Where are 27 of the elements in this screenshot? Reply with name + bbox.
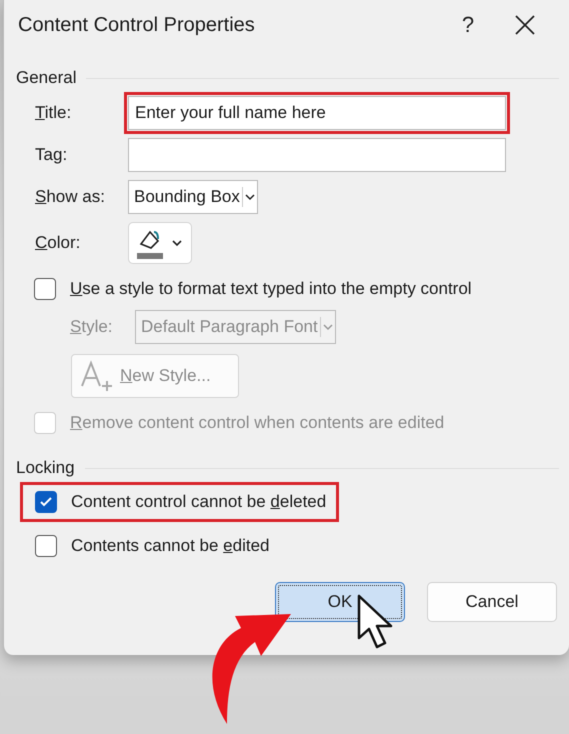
field-label: Tag:: [35, 145, 68, 165]
checkbox[interactable]: [35, 491, 57, 513]
close-icon: [514, 14, 536, 36]
field-label: Show as:: [35, 187, 106, 207]
checkmark-icon: [39, 495, 53, 509]
tag-field[interactable]: [128, 138, 506, 172]
show-as-dropdown[interactable]: Bounding Box: [128, 180, 258, 214]
cancel-button[interactable]: Cancel: [427, 582, 557, 622]
checkbox-label: Content control cannot be deleted: [71, 492, 326, 512]
caret-icon: [242, 187, 257, 207]
section-heading: General: [16, 68, 76, 88]
checkbox[interactable]: [34, 278, 56, 300]
help-button[interactable]: ?: [453, 3, 483, 47]
caret-icon: [171, 238, 183, 248]
window-title: Content Control Properties: [18, 14, 256, 36]
checkbox-label: Remove content control when contents are edited: [70, 413, 444, 433]
caret-icon: [320, 317, 335, 337]
color-picker-button[interactable]: [128, 222, 192, 264]
checkbox-label: Use a style to format text typed into the empty control: [70, 279, 472, 299]
checkbox[interactable]: [35, 535, 57, 557]
field-label: Title:: [35, 103, 72, 123]
ok-button[interactable]: OK: [275, 582, 405, 622]
field-label: Color:: [35, 233, 82, 253]
title-field[interactable]: Enter your full name here: [128, 96, 506, 130]
checkbox-label: Contents cannot be edited: [71, 536, 270, 556]
field-label: Style:: [70, 317, 114, 337]
section-heading: Locking: [16, 458, 75, 478]
